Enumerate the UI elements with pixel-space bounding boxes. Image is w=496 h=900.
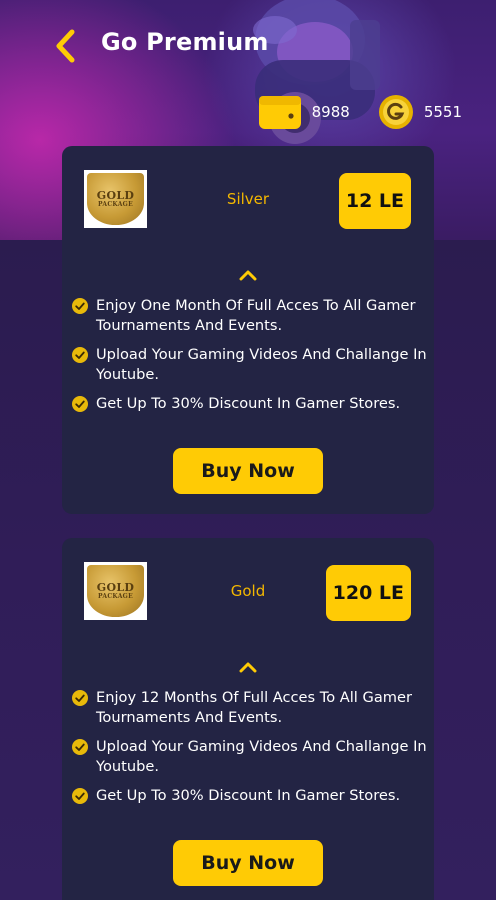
feature-text: Enjoy 12 Months Of Full Acces To All Gam…	[96, 689, 412, 726]
plan-features: Enjoy 12 Months Of Full Acces To All Gam…	[72, 688, 456, 815]
g-coin-icon	[378, 95, 413, 129]
feature-text: Upload Your Gaming Videos And Challange …	[96, 738, 427, 775]
chevron-up-icon[interactable]	[238, 660, 258, 674]
check-circle-icon	[72, 690, 88, 706]
wallet-balance: 8988	[311, 103, 350, 121]
plan-card-gold: GOLD PACKAGE Gold 120 LE Enjoy 12 Months…	[62, 538, 434, 900]
plan-price: 12 LE	[338, 173, 411, 229]
plan-card-header: GOLD PACKAGE Gold 120 LE	[62, 538, 434, 648]
feature-text: Enjoy One Month Of Full Acces To All Gam…	[96, 297, 416, 334]
balance-bar: 8988 5551	[258, 92, 462, 132]
chevron-left-icon	[56, 29, 75, 63]
check-circle-icon	[72, 396, 88, 412]
check-circle-icon	[72, 298, 88, 314]
buy-now-button[interactable]: Buy Now	[173, 448, 323, 494]
coins-balance: 5551	[423, 103, 462, 121]
feature-text: Get Up To 30% Discount In Gamer Stores.	[96, 395, 401, 412]
buy-now-button[interactable]: Buy Now	[173, 840, 323, 886]
wallet-icon	[258, 96, 301, 129]
plan-card-silver: GOLD PACKAGE Silver 12 LE Enjoy One Mont…	[62, 146, 434, 514]
plan-price: 120 LE	[325, 565, 411, 621]
feature-item: Get Up To 30% Discount In Gamer Stores.	[72, 394, 456, 414]
back-button[interactable]	[50, 28, 80, 64]
check-circle-icon	[72, 788, 88, 804]
feature-item: Enjoy One Month Of Full Acces To All Gam…	[72, 296, 456, 336]
feature-text: Get Up To 30% Discount In Gamer Stores.	[96, 787, 401, 804]
check-circle-icon	[72, 739, 88, 755]
page-title: Go Premium	[101, 28, 269, 56]
chevron-up-icon[interactable]	[238, 268, 258, 282]
feature-item: Get Up To 30% Discount In Gamer Stores.	[72, 786, 456, 806]
feature-item: Upload Your Gaming Videos And Challange …	[72, 345, 456, 385]
top-bar: Go Premium	[0, 22, 496, 70]
check-circle-icon	[72, 347, 88, 363]
feature-text: Upload Your Gaming Videos And Challange …	[96, 346, 427, 383]
feature-item: Enjoy 12 Months Of Full Acces To All Gam…	[72, 688, 456, 728]
plan-features: Enjoy One Month Of Full Acces To All Gam…	[72, 296, 456, 423]
feature-item: Upload Your Gaming Videos And Challange …	[72, 737, 456, 777]
plan-card-header: GOLD PACKAGE Silver 12 LE	[62, 146, 434, 256]
